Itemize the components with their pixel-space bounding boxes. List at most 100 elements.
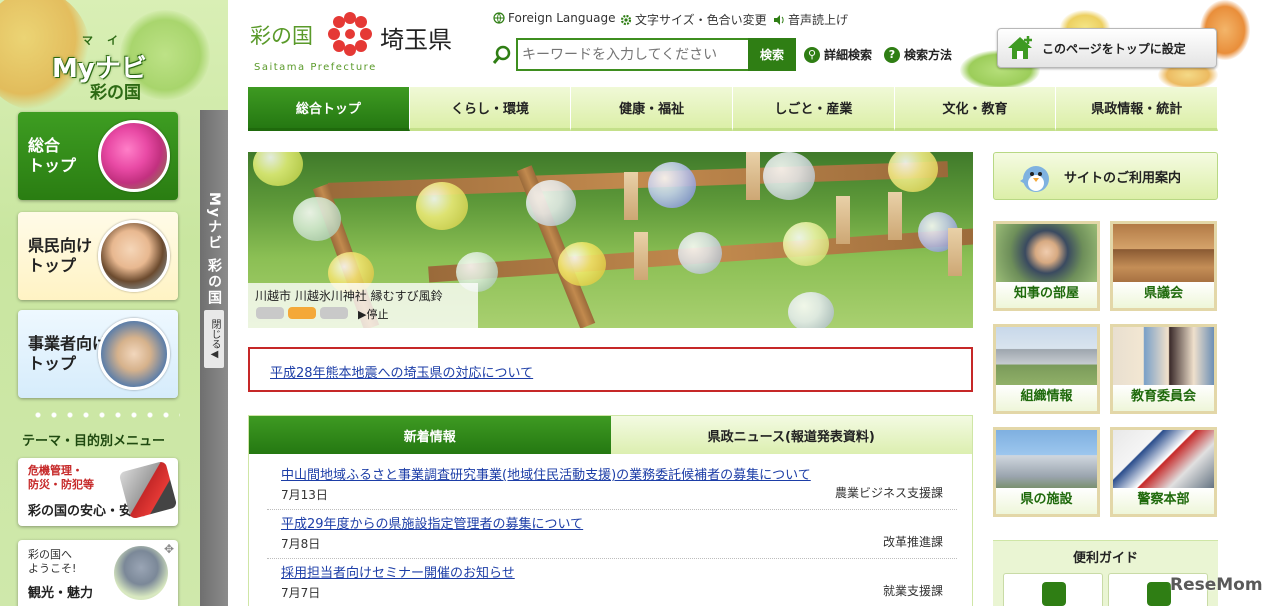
slide-dot[interactable] (320, 307, 348, 319)
theme-menu-heading: テーマ・目的別メニュー (22, 434, 166, 449)
police-photo (1113, 430, 1214, 492)
advanced-search-label: 詳細検索 (824, 48, 873, 62)
news-item: 採用担当者向けセミナー開催のお知らせ 7月7日 就業支援課 (267, 560, 957, 606)
foreign-language-link[interactable]: Foreign Language (493, 11, 615, 25)
sidebar-tile-label: 総合 トップ (28, 136, 77, 175)
nav-health-welfare[interactable]: 健康・福祉 (571, 87, 734, 131)
slide-dot[interactable] (256, 307, 284, 319)
slide-dot-active[interactable] (288, 307, 316, 319)
news-item-title[interactable]: 平成29年度からの県施設指定管理者の募集について (281, 513, 583, 532)
mynavi-collapse-strip: Myナビ 彩の国 閉じる◀ (200, 110, 228, 606)
assembly-photo (1113, 224, 1214, 286)
facility-photo (996, 430, 1097, 492)
search-bar: 検索 (492, 38, 796, 71)
mynavi-logo-ruby: マイ (82, 34, 132, 47)
sidebar-tile-label: 県民向け トップ (28, 236, 93, 275)
tile-prefectural-assembly[interactable]: 県議会 (1110, 221, 1217, 311)
set-as-homepage-label: このページをトップに設定 (1042, 41, 1186, 56)
move-icon[interactable]: ✥ (164, 542, 174, 556)
tourism-tile-subtitle: 彩の国へ ようこそ! (28, 548, 77, 575)
sidebar-tile-safety[interactable]: 危機管理・ 防災・防犯等 彩の国の安心・安全 (18, 458, 178, 526)
strip-title: Myナビ 彩の国 (206, 192, 222, 306)
voice-readout-link[interactable]: 音声読上げ (773, 11, 848, 28)
news-item-dept: 改革推進課 (882, 535, 943, 549)
close-panel-button[interactable]: 閉じる◀ (204, 310, 224, 368)
voice-readout-label: 音声読上げ (788, 13, 849, 27)
logo-english: Saitama Prefecture (254, 62, 377, 73)
news-item-title[interactable]: 中山間地域ふるさと事業調査研究事業(地域住民活動支援)の業務委託候補者の募集につ… (281, 464, 811, 483)
nav-prefecture-info[interactable]: 県政情報・統計 (1056, 87, 1219, 131)
tile-prefectural-facilities[interactable]: 県の施設 (993, 427, 1100, 517)
sidebar-tile-tourism[interactable]: 彩の国へ ようこそ! 観光・魅力 ✥ (18, 540, 178, 606)
sidebar-tile-label: 事業者向け トップ (28, 334, 109, 373)
global-nav: 総合トップ くらし・環境 健康・福祉 しごと・産業 文化・教育 県政情報・統計 (248, 87, 1219, 131)
tile-label: 教育委員会 (1113, 385, 1214, 411)
logo-text-right: 埼玉県 (380, 26, 452, 54)
students-photo (1113, 327, 1214, 389)
mynavi-logo-sub: 彩の国 (90, 83, 141, 103)
gear-icon (620, 14, 632, 25)
news-item-date: 7月13日 (281, 488, 328, 502)
search-howto-link[interactable]: ? 検索方法 (884, 46, 952, 63)
logo-text-left: 彩の国 (250, 24, 313, 48)
news-item-dept: 就業支援課 (882, 584, 943, 598)
useful-guide-item[interactable] (1003, 573, 1103, 606)
mynavi-logo[interactable]: マイ Myナビ 彩の国 (20, 18, 180, 106)
bird-icon (1020, 166, 1049, 192)
tab-press-release[interactable]: 県政ニュース(報道発表資料) (610, 416, 972, 454)
nav-work-industry[interactable]: しごと・産業 (733, 87, 895, 131)
news-item-date: 7月7日 (281, 586, 321, 600)
tile-label: 組織情報 (996, 385, 1097, 411)
flower-photo (98, 120, 170, 192)
tile-label: 県議会 (1113, 282, 1214, 308)
saitama-logo[interactable]: 彩の国 埼玉県 Saitama Prefecture (250, 8, 465, 78)
nav-culture-education[interactable]: 文化・教育 (894, 87, 1057, 131)
tile-label: 警察本部 (1113, 488, 1214, 514)
news-item-date: 7月8日 (281, 537, 321, 551)
decorative-dots (30, 410, 180, 420)
tile-label: 知事の部屋 (996, 282, 1097, 308)
slide-indicators (256, 307, 348, 319)
nav-general-top[interactable]: 総合トップ (248, 87, 410, 131)
search-button[interactable]: 検索 (748, 38, 796, 71)
font-size-color-link[interactable]: 文字サイズ・色合い変更 (620, 11, 767, 28)
news-item-title[interactable]: 採用担当者向けセミナー開催のお知らせ (281, 562, 515, 581)
safety-tile-subtitle: 危機管理・ 防災・防犯等 (28, 464, 94, 491)
question-icon: ? (884, 46, 900, 63)
tile-organization-info[interactable]: 組織情報 (993, 324, 1100, 414)
emergency-notice-link[interactable]: 平成28年熊本地震への埼玉県の対応について (270, 362, 533, 381)
news-item-dept: 農業ビジネス支援課 (834, 486, 943, 500)
tab-latest-info[interactable]: 新着情報 (249, 416, 611, 454)
tile-police-hq[interactable]: 警察本部 (1110, 427, 1217, 517)
nav-living-environment[interactable]: くらし・環境 (409, 87, 572, 131)
tile-governors-room[interactable]: 知事の部屋 (993, 221, 1100, 311)
building-photo (996, 327, 1097, 389)
tourism-tile-title: 観光・魅力 (28, 586, 94, 601)
speaker-icon (774, 14, 784, 25)
search-howto-label: 検索方法 (904, 48, 953, 62)
globe-icon (493, 12, 505, 24)
search-input[interactable] (516, 38, 748, 71)
set-as-homepage-button[interactable]: このページをトップに設定 (997, 28, 1217, 68)
site-guide-button[interactable]: サイトのご利用案内 (993, 152, 1218, 200)
slideshow-stop-button[interactable]: ▶停止 (358, 306, 388, 322)
resemom-watermark: ReseMom (1170, 575, 1263, 595)
search-icon (492, 45, 511, 64)
advanced-search-link[interactable]: ⚲ 詳細検索 (804, 46, 872, 63)
emergency-notice-box: 平成28年熊本地震への埼玉県の対応について (248, 347, 973, 392)
sidebar-tile-business-top[interactable]: 事業者向け トップ (18, 310, 178, 398)
site-guide-label: サイトのご利用案内 (1064, 170, 1182, 186)
house-icon (1008, 36, 1032, 59)
tile-board-of-education[interactable]: 教育委員会 (1110, 324, 1217, 414)
book-icon (1042, 582, 1066, 606)
news-tabs: 新着情報 県政ニュース(報道発表資料) (249, 416, 972, 454)
search-icon: ⚲ (804, 46, 820, 63)
useful-guide-panel: 便利ガイド (993, 540, 1218, 606)
news-item: 平成29年度からの県施設指定管理者の募集について 7月8日 改革推進課 (267, 511, 957, 559)
sidebar-tile-residents-top[interactable]: 県民向け トップ (18, 212, 178, 300)
sidebar-tile-general-top[interactable]: 総合 トップ (18, 112, 178, 200)
news-item: 中山間地域ふるさと事業調査研究事業(地域住民活動支援)の業務委託候補者の募集につ… (267, 462, 957, 510)
hero-caption: 川越市 川越氷川神社 縁むすび風鈴 ▶停止 (248, 283, 478, 328)
handshake-photo (98, 318, 170, 390)
news-panel: 新着情報 県政ニュース(報道発表資料) 中山間地域ふるさと事業調査研究事業(地域… (248, 415, 973, 606)
